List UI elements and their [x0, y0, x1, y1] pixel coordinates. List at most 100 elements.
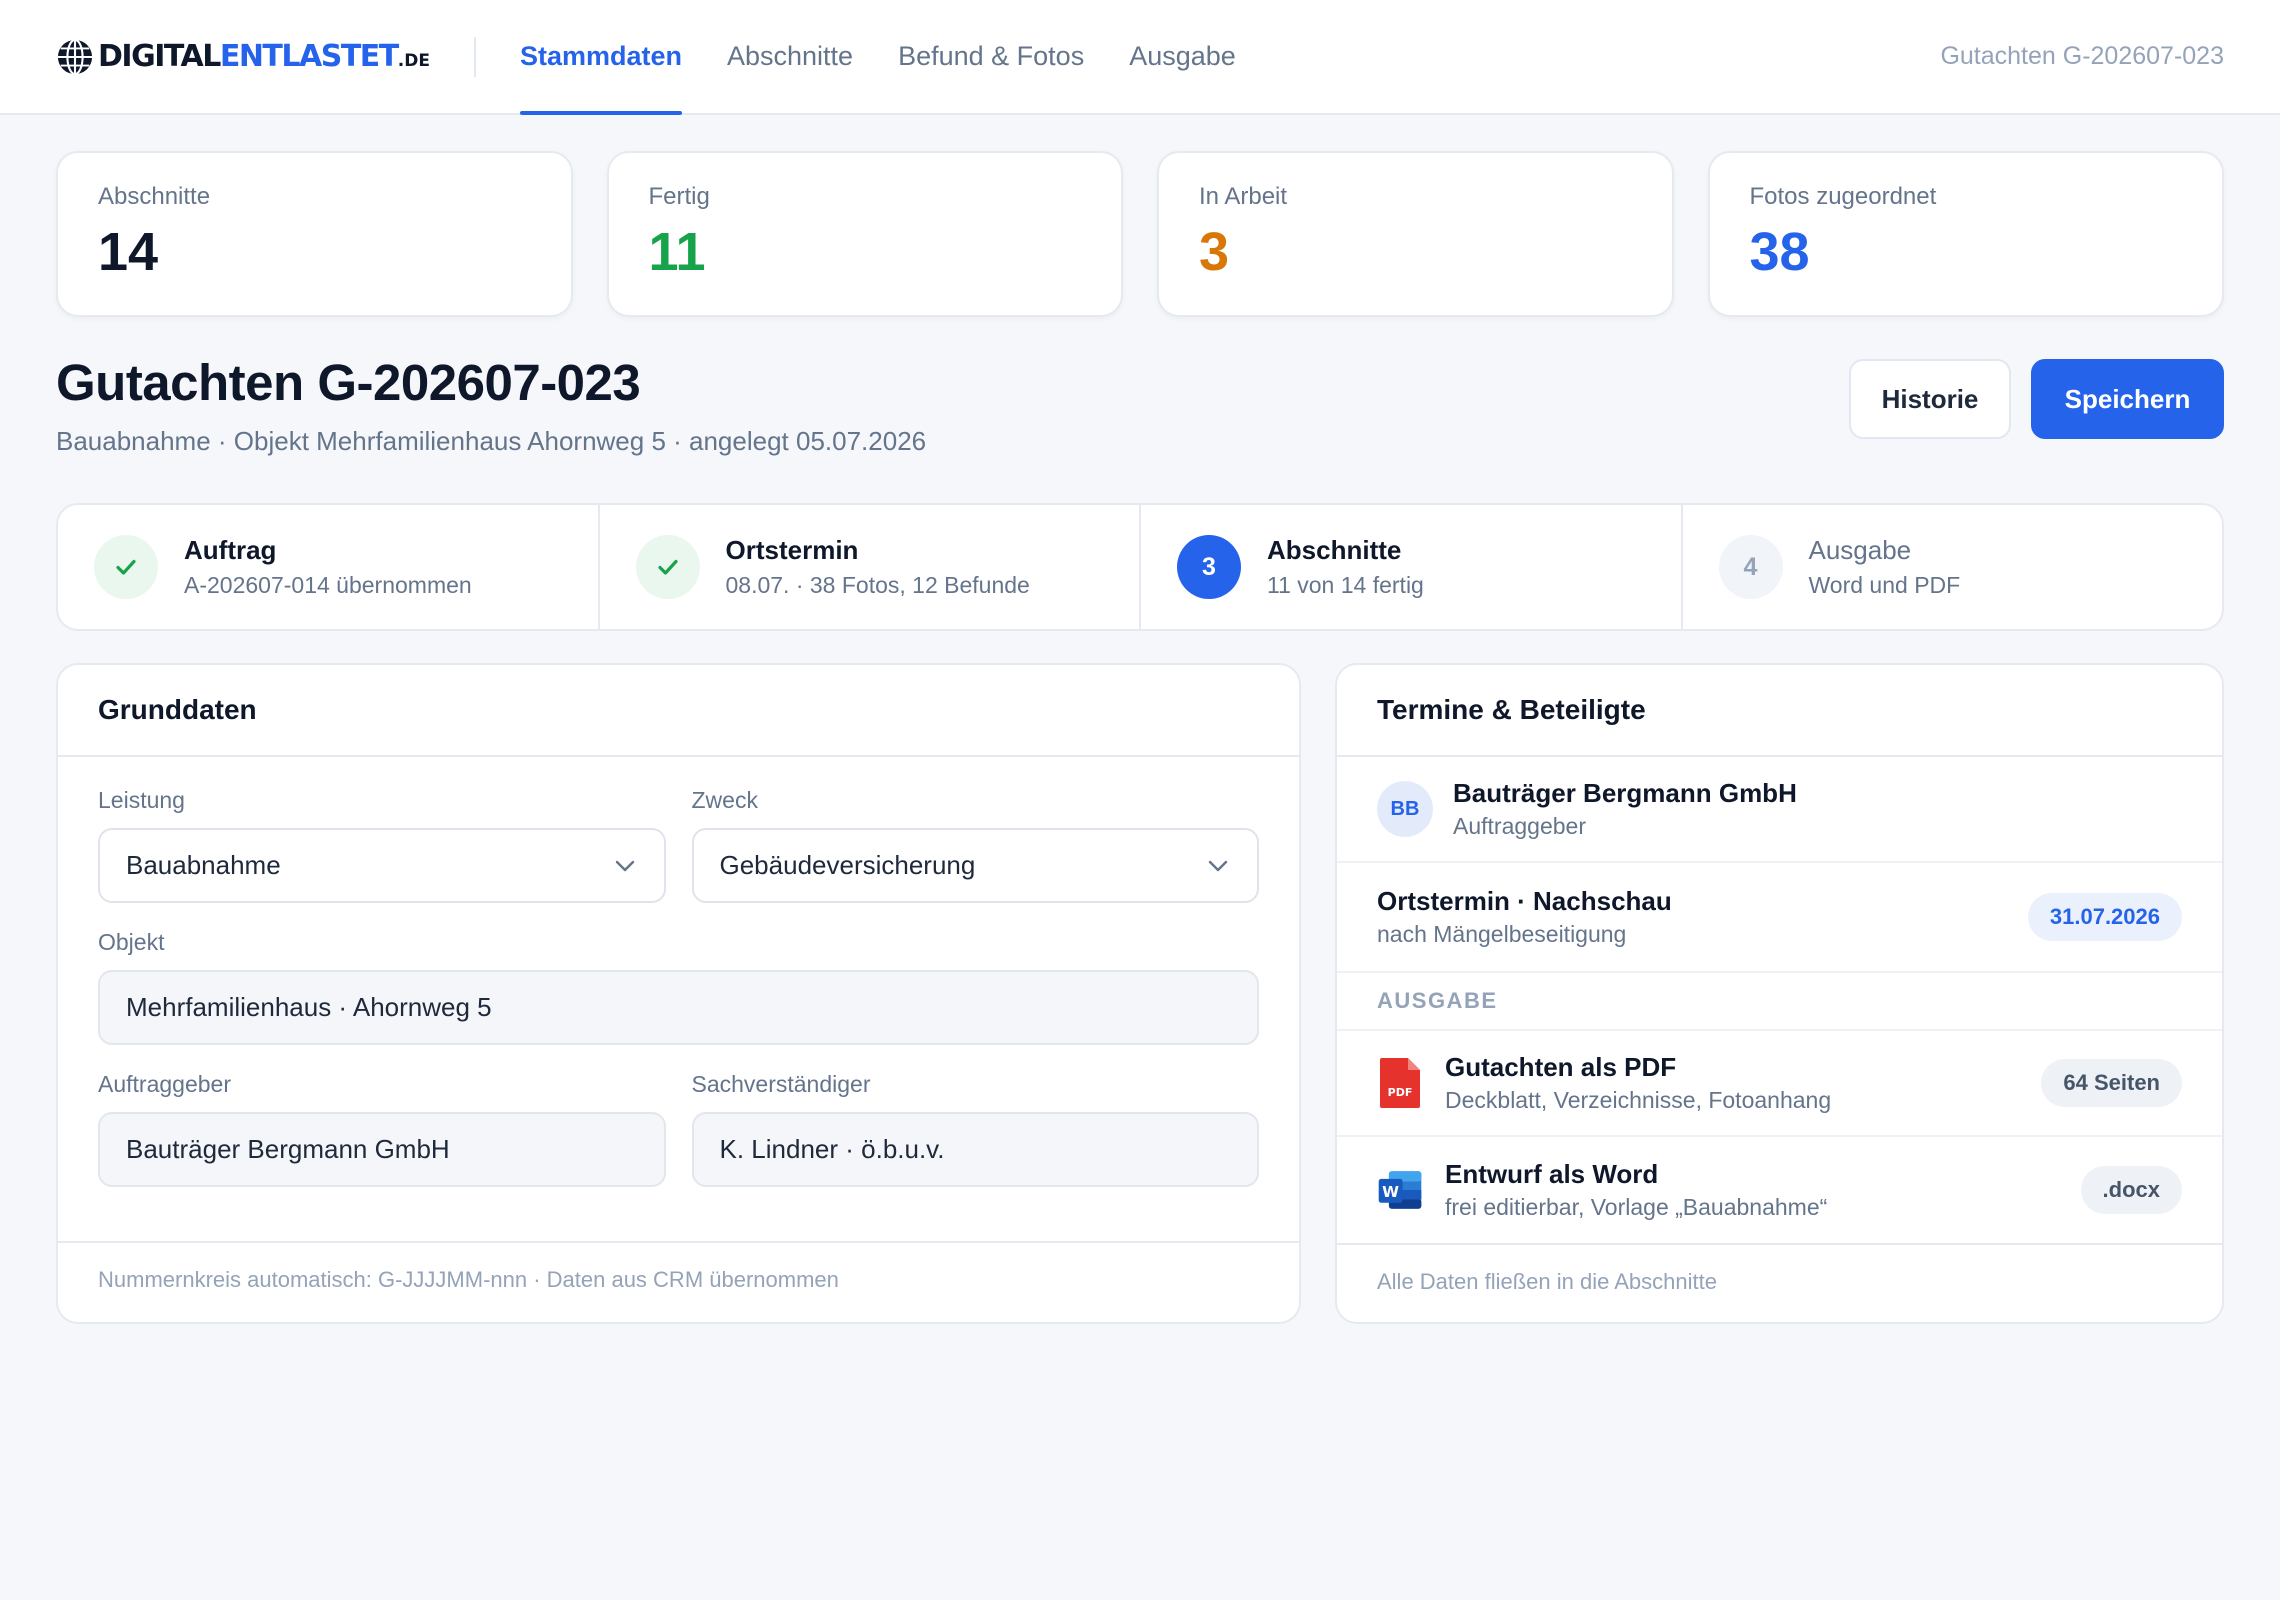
file-sub: Deckblatt, Verzeichnisse, Fotoanhang: [1445, 1087, 1832, 1113]
form-row: Leistung Bauabnahme Zweck Gebäudeversich…: [98, 787, 1259, 929]
step-title: Abschnitte: [1267, 535, 1402, 565]
step-auftrag[interactable]: Auftrag A-202607-014 übernommen: [58, 505, 600, 629]
step-description: Word und PDF: [1808, 572, 1961, 598]
page-title: Gutachten G-202607-023: [56, 354, 641, 411]
sachverstaendiger-field[interactable]: K. Lindner · ö.b.u.v.: [691, 1112, 1259, 1187]
zweck-select[interactable]: Gebäudeversicherung: [691, 828, 1259, 903]
brand-logo[interactable]: DIGITALENTLASTET.DE: [56, 37, 430, 77]
stats-row: Abschnitte 14 Fertig 11 In Arbeit 3 Foto…: [0, 115, 2280, 317]
panels-row: Grunddaten Leistung Bauabnahme Zweck Geb…: [0, 631, 2280, 1324]
word-output-row[interactable]: W Entwurf als Word frei editierbar, Vorl…: [1337, 1137, 2222, 1243]
globe-icon: [57, 38, 93, 75]
panel-header: Termine & Beteiligte: [1337, 665, 2222, 757]
appointment-row[interactable]: Ortstermin · Nachschau nach Mängelbeseit…: [1337, 863, 2222, 973]
zweck-value: Gebäudeversicherung: [719, 850, 976, 880]
auftraggeber-group: Auftraggeber Bauträger Bergmann GmbH: [98, 1071, 666, 1187]
grunddaten-form: Leistung Bauabnahme Zweck Gebäudeversich…: [58, 757, 1299, 1213]
tab-ausgabe[interactable]: Ausgabe: [1129, 0, 1236, 113]
leistung-group: Leistung Bauabnahme: [98, 787, 666, 903]
title-row: Gutachten G-202607-023 Bauabnahme · Obje…: [0, 317, 2280, 457]
stat-label: Fotos zugeordnet: [1749, 183, 1937, 210]
form-row: Auftraggeber Bauträger Bergmann GmbH Sac…: [98, 1071, 1259, 1213]
check-icon: [116, 559, 136, 575]
leistung-select[interactable]: Bauabnahme: [98, 828, 666, 903]
brand-tld: .DE: [397, 51, 430, 71]
tab-abschnitte[interactable]: Abschnitte: [727, 0, 853, 113]
appointment-title: Ortstermin · Nachschau: [1377, 886, 1672, 916]
output-section-label: AUSGABE: [1337, 973, 2222, 1031]
word-icon: W: [1377, 1163, 1423, 1217]
title-block: Gutachten G-202607-023 Bauabnahme · Obje…: [56, 353, 926, 457]
termine-panel: Termine & Beteiligte BB Bauträger Bergma…: [1335, 663, 2224, 1324]
step-text: Abschnitte 11 von 14 fertig: [1267, 535, 1424, 599]
page-count-badge: 64 Seiten: [2041, 1059, 2182, 1107]
svg-text:W: W: [1382, 1183, 1399, 1201]
appointment-date-badge: 31.07.2026: [2027, 893, 2182, 941]
brand-name-part1: DIGITAL: [98, 39, 221, 74]
auftraggeber-field[interactable]: Bauträger Bergmann GmbH: [98, 1112, 666, 1187]
stat-label: In Arbeit: [1199, 183, 1288, 210]
step-ortstermin[interactable]: Ortstermin 08.07. · 38 Fotos, 12 Befunde: [600, 505, 1141, 629]
stat-label: Fertig: [648, 183, 710, 210]
step-title: Ausgabe: [1808, 535, 1912, 565]
step-title: Auftrag: [184, 535, 277, 565]
progress-stepper: Auftrag A-202607-014 übernommen Ortsterm…: [56, 503, 2224, 631]
check-icon: [657, 559, 678, 575]
stat-value: 3: [1199, 222, 1230, 282]
chevron-down-icon: [1208, 860, 1228, 871]
stat-label: Abschnitte: [98, 183, 211, 210]
tab-stammdaten[interactable]: Stammdaten: [519, 0, 683, 115]
sachverstaendiger-label: Sachverständiger: [691, 1071, 871, 1097]
step-description: A-202607-014 übernommen: [184, 572, 472, 598]
stat-card-in-arbeit: In Arbeit 3: [1157, 151, 1674, 317]
step-number-badge: 3: [1177, 535, 1241, 599]
grunddaten-footer-note: Nummernkreis automatisch: G-JJJJMM-nnn ·…: [58, 1241, 1299, 1317]
history-button[interactable]: Historie: [1849, 359, 2011, 439]
save-button[interactable]: Speichern: [2031, 359, 2224, 439]
zweck-group: Zweck Gebäudeversicherung: [691, 787, 1259, 903]
leistung-label: Leistung: [98, 787, 185, 813]
step-text: Ausgabe Word und PDF: [1809, 535, 1961, 599]
document-reference: Gutachten G-202607-023: [1940, 42, 2224, 70]
stat-value: 38: [1749, 222, 1810, 282]
page-actions: Historie Speichern: [1849, 359, 2224, 439]
tab-befund-fotos[interactable]: Befund & Fotos: [898, 0, 1084, 113]
stat-card-fotos: Fotos zugeordnet 38: [1707, 151, 2224, 317]
step-ausgabe[interactable]: 4 Ausgabe Word und PDF: [1683, 505, 2223, 629]
step-abschnitte[interactable]: 3 Abschnitte 11 von 14 fertig: [1141, 505, 1683, 629]
step-done-indicator: [635, 535, 700, 599]
chevron-down-icon: [615, 860, 634, 871]
pdf-icon: PDF: [1377, 1056, 1423, 1110]
step-text: Ortstermin 08.07. · 38 Fotos, 12 Befunde: [726, 535, 1030, 599]
pdf-output-row[interactable]: PDF Gutachten als PDF Deckblatt, Verzeic…: [1337, 1031, 2222, 1137]
brand-name-part2: ENTLASTET: [219, 39, 399, 74]
auftraggeber-label: Auftraggeber: [98, 1071, 231, 1097]
file-sub: frei editierbar, Vorlage „Bauabnahme“: [1445, 1194, 1828, 1220]
zweck-label: Zweck: [691, 787, 758, 813]
file-title: Gutachten als PDF: [1445, 1052, 1677, 1082]
stat-value: 14: [98, 222, 159, 282]
sachverstaendiger-group: Sachverständiger K. Lindner · ö.b.u.v.: [691, 1071, 1259, 1187]
step-text: Auftrag A-202607-014 übernommen: [184, 535, 472, 599]
party-role: Auftraggeber: [1453, 813, 1586, 839]
svg-text:PDF: PDF: [1388, 1086, 1413, 1099]
step-title: Ortstermin: [725, 535, 859, 565]
party-row[interactable]: BB Bauträger Bergmann GmbH Auftraggeber: [1337, 757, 2222, 863]
appointment-text: Ortstermin · Nachschau nach Mängelbeseit…: [1377, 886, 2028, 948]
panel-header: Grunddaten: [58, 665, 1299, 757]
file-text: Entwurf als Word frei editierbar, Vorlag…: [1445, 1159, 2081, 1221]
leistung-value: Bauabnahme: [126, 850, 281, 880]
grunddaten-panel: Grunddaten Leistung Bauabnahme Zweck Geb…: [56, 663, 1301, 1324]
objekt-field[interactable]: Mehrfamilienhaus · Ahornweg 5: [98, 970, 1259, 1045]
file-text: Gutachten als PDF Deckblatt, Verzeichnis…: [1445, 1052, 2041, 1114]
party-name: Bauträger Bergmann GmbH: [1453, 778, 1797, 808]
objekt-label: Objekt: [98, 929, 165, 955]
stat-value: 11: [648, 222, 706, 282]
top-bar: DIGITALENTLASTET.DE Stammdaten Abschnitt…: [0, 0, 2280, 115]
step-description: 11 von 14 fertig: [1267, 572, 1424, 598]
file-title: Entwurf als Word: [1445, 1159, 1659, 1189]
main-nav: Stammdaten Abschnitte Befund & Fotos Aus…: [519, 0, 1281, 115]
stat-card-fertig: Fertig 11: [606, 151, 1123, 317]
objekt-group: Objekt Mehrfamilienhaus · Ahornweg 5: [98, 929, 1259, 1045]
stat-card-abschnitte: Abschnitte 14: [56, 151, 573, 317]
